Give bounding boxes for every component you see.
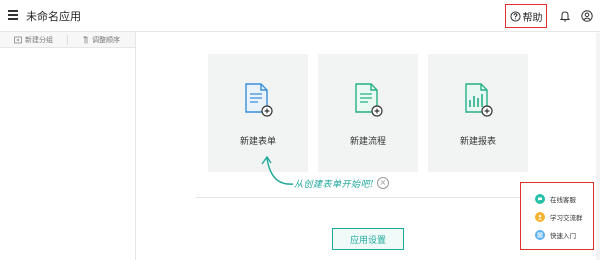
user-circle-icon[interactable] xyxy=(581,10,593,22)
scrollbar[interactable] xyxy=(596,33,600,260)
group-icon xyxy=(535,212,545,222)
content-divider xyxy=(196,197,536,198)
hint-text: 从创建表单开始吧! xyxy=(294,180,375,190)
app-title: 未命名应用 xyxy=(26,10,81,23)
folder-add-icon xyxy=(14,36,22,43)
chat-icon xyxy=(535,194,545,204)
online-service-label: 在线客服 xyxy=(550,196,576,204)
new-report-card[interactable]: 新建报表 xyxy=(428,54,528,172)
quick-start-item[interactable]: 快速入门 xyxy=(535,228,595,242)
new-group-label: 新建分组 xyxy=(25,35,53,44)
report-chart-icon xyxy=(465,83,493,117)
new-report-label: 新建报表 xyxy=(459,137,496,147)
help-label: 帮助 xyxy=(522,12,543,24)
question-circle-icon xyxy=(509,10,521,22)
sidebar: 新建分组 调整顺序 xyxy=(0,32,136,260)
adjust-order-button[interactable]: 调整顺序 xyxy=(68,32,135,47)
bell-icon[interactable] xyxy=(560,10,570,22)
menu-icon[interactable] xyxy=(8,10,18,20)
sort-icon xyxy=(83,35,88,43)
new-flow-card[interactable]: 新建流程 xyxy=(318,54,418,172)
quick-start-label: 快速入门 xyxy=(550,232,576,240)
support-panel: 在线客服 学习交流群 快速入门 xyxy=(520,182,594,250)
help-button[interactable]: 帮助 xyxy=(505,4,547,28)
study-group-item[interactable]: 学习交流群 xyxy=(535,210,595,224)
flow-document-icon xyxy=(355,83,383,117)
app-settings-button[interactable]: 应用设置 xyxy=(332,228,404,250)
sidebar-toolbar: 新建分组 调整顺序 xyxy=(0,32,135,48)
guide-icon xyxy=(535,230,545,240)
form-document-icon xyxy=(245,83,273,117)
new-flow-label: 新建流程 xyxy=(349,137,386,147)
new-group-button[interactable]: 新建分组 xyxy=(0,32,67,47)
new-form-label: 新建表单 xyxy=(239,137,276,147)
top-bar: 未命名应用 帮助 xyxy=(0,0,600,32)
online-service-item[interactable]: 在线客服 xyxy=(535,192,595,206)
study-group-label: 学习交流群 xyxy=(550,214,583,222)
adjust-order-label: 调整顺序 xyxy=(92,35,120,44)
hint-close-button[interactable]: × xyxy=(377,177,389,189)
